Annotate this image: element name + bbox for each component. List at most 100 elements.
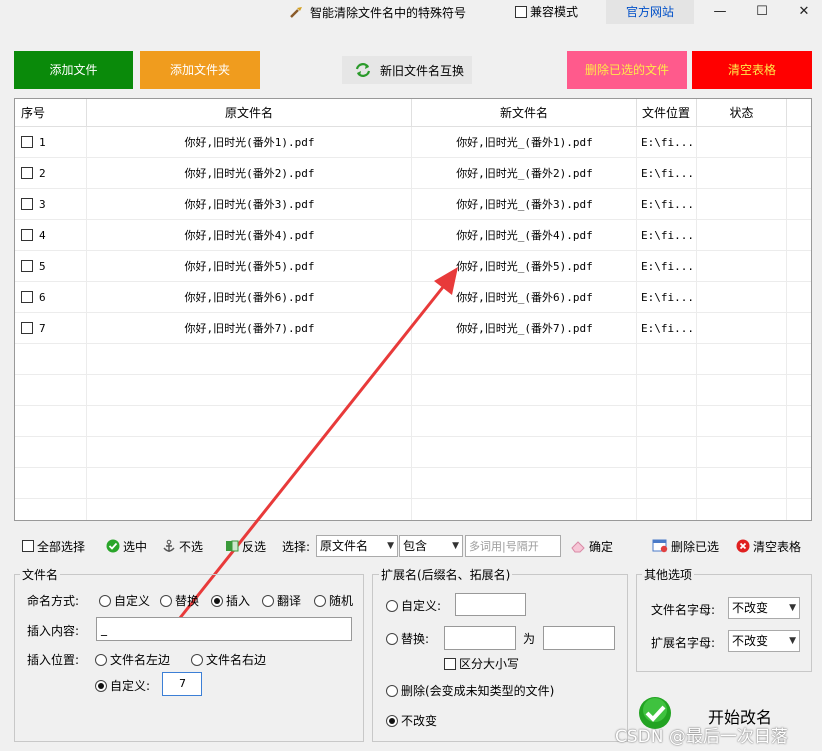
checkbox-box[interactable]	[444, 657, 456, 670]
mode-radio-replace[interactable]: 替换	[160, 592, 199, 609]
clear-table-button[interactable]: 清空表格	[692, 51, 812, 89]
ext-radio-replace[interactable]: 替换:	[386, 630, 429, 647]
radio-circle[interactable]	[211, 594, 223, 607]
row-location: E:\fi...	[641, 136, 694, 149]
header-index[interactable]: 序号	[15, 99, 87, 127]
ext-radio-delete[interactable]: 删除(会变成未知类型的文件)	[386, 682, 554, 699]
window-title: 智能清除文件名中的特殊符号	[310, 6, 467, 20]
ext-case-value: 不改变	[732, 634, 769, 648]
row-new-name: 你好,旧时光_(番外3).pdf	[456, 198, 593, 211]
header-location[interactable]: 文件位置	[637, 99, 697, 127]
mode-radio-translate[interactable]: 翻译	[262, 592, 301, 609]
ext-case-select[interactable]: 不改变 ▼	[728, 630, 800, 652]
checkbox-box[interactable]	[515, 5, 527, 18]
name-case-label: 文件名字母:	[651, 603, 716, 617]
radio-circle[interactable]	[386, 684, 398, 697]
row-old-name: 你好,旧时光(番外4).pdf	[184, 229, 315, 242]
table-row[interactable]: 5 你好,旧时光(番外5).pdf 你好,旧时光_(番外5).pdf E:\fi...	[15, 251, 811, 282]
row-checkbox[interactable]	[21, 260, 33, 272]
confirm-button[interactable]: 确定	[570, 533, 613, 559]
ext-radio-custom[interactable]: 自定义:	[386, 597, 441, 614]
check-button[interactable]: 选中	[106, 533, 147, 559]
check-label: 选中	[123, 539, 148, 554]
add-file-button[interactable]: 添加文件	[14, 51, 133, 89]
keyword-input[interactable]: 多词用|号隔开	[465, 535, 561, 557]
match-select-value: 包含	[403, 539, 428, 553]
position-radio-left[interactable]: 文件名左边	[95, 651, 170, 668]
add-folder-button[interactable]: 添加文件夹	[140, 51, 260, 89]
uncheck-button[interactable]: 不选	[162, 533, 203, 559]
close-button[interactable]: ✕	[789, 2, 819, 22]
mode-radio-custom[interactable]: 自定义	[99, 592, 150, 609]
swap-names-button[interactable]: 新旧文件名互换	[342, 56, 472, 84]
row-old-name: 你好,旧时光(番外3).pdf	[184, 198, 315, 211]
header-status[interactable]: 状态	[697, 99, 787, 127]
row-index: 4	[39, 229, 46, 242]
row-checkbox[interactable]	[21, 136, 33, 148]
select-all-checkbox[interactable]: 全部选择	[22, 533, 85, 559]
row-checkbox[interactable]	[21, 291, 33, 303]
radio-circle[interactable]	[95, 653, 107, 666]
clear-table-small-button[interactable]: 清空表格	[736, 533, 801, 559]
name-case-value: 不改变	[732, 601, 769, 615]
table-row[interactable]: 7 你好,旧时光(番外7).pdf 你好,旧时光_(番外7).pdf E:\fi...	[15, 313, 811, 344]
row-new-name: 你好,旧时光_(番外5).pdf	[456, 260, 593, 273]
select-all-label: 全部选择	[37, 539, 86, 554]
table-row[interactable]: 1 你好,旧时光(番外1).pdf 你好,旧时光_(番外1).pdf E:\fi...	[15, 127, 811, 158]
ext-replace-to-input[interactable]	[543, 626, 615, 650]
ext-radio-no-change[interactable]: 不改变	[386, 712, 437, 729]
table-row[interactable]: 6 你好,旧时光(番外6).pdf 你好,旧时光_(番外6).pdf E:\fi...	[15, 282, 811, 313]
compat-mode-checkbox[interactable]: 兼容模式	[515, 3, 578, 20]
radio-circle[interactable]	[191, 653, 203, 666]
ext-custom-input[interactable]	[455, 593, 526, 616]
ext-no-change-label: 不改变	[401, 714, 438, 728]
keyword-placeholder: 多词用|号隔开	[469, 540, 539, 553]
row-checkbox[interactable]	[21, 229, 33, 241]
row-old-name: 你好,旧时光(番外7).pdf	[184, 322, 315, 335]
radio-circle[interactable]	[386, 599, 398, 612]
row-index: 5	[39, 260, 46, 273]
radio-circle[interactable]	[386, 632, 398, 645]
radio-circle[interactable]	[95, 679, 107, 692]
row-checkbox[interactable]	[21, 167, 33, 179]
ext-replace-from-input[interactable]	[444, 626, 516, 650]
row-checkbox[interactable]	[21, 198, 33, 210]
invert-button[interactable]: 反选	[225, 533, 266, 559]
row-status	[697, 158, 787, 189]
table-row[interactable]: 4 你好,旧时光(番外4).pdf 你好,旧时光_(番外4).pdf E:\fi...	[15, 220, 811, 251]
position-radio-custom[interactable]: 自定义:	[95, 677, 150, 694]
match-select[interactable]: 包含 ▼	[399, 535, 463, 557]
file-table[interactable]: 序号 原文件名 新文件名 文件位置 状态 1 你好,旧时光(番外1).pdf 你好,…	[14, 98, 812, 521]
position-radio-right[interactable]: 文件名右边	[191, 651, 266, 668]
mode-radio-random[interactable]: 随机	[314, 592, 353, 609]
insert-content-input[interactable]: _	[96, 617, 352, 641]
position-custom-input[interactable]: 7	[162, 672, 202, 696]
delete-selected-button[interactable]: 删除已选	[652, 533, 719, 559]
delete-selected-files-button[interactable]: 删除已选的文件	[567, 51, 687, 89]
maximize-button[interactable]: ☐	[747, 2, 777, 22]
case-sensitive-checkbox[interactable]: 区分大小写	[444, 655, 519, 672]
invert-label: 反选	[242, 539, 267, 554]
minimize-button[interactable]: —	[705, 2, 735, 22]
radio-circle[interactable]	[262, 594, 274, 607]
table-row[interactable]: 3 你好,旧时光(番外3).pdf 你好,旧时光_(番外3).pdf E:\fi...	[15, 189, 811, 220]
ext-case-label: 扩展名字母:	[651, 636, 716, 650]
radio-circle[interactable]	[314, 594, 326, 607]
radio-circle[interactable]	[160, 594, 172, 607]
radio-circle[interactable]	[99, 594, 111, 607]
header-new-name[interactable]: 新文件名	[412, 99, 637, 127]
confirm-label: 确定	[589, 539, 614, 554]
table-row[interactable]: 2 你好,旧时光(番外2).pdf 你好,旧时光_(番外2).pdf E:\fi...	[15, 158, 811, 189]
row-checkbox[interactable]	[21, 322, 33, 334]
header-old-name[interactable]: 原文件名	[87, 99, 412, 127]
ext-replace-label: 替换:	[401, 632, 430, 646]
checkbox-box[interactable]	[22, 540, 34, 552]
mode-radio-insert[interactable]: 插入	[211, 592, 250, 609]
field-select[interactable]: 原文件名 ▼	[316, 535, 398, 557]
official-site-link[interactable]: 官方网站	[606, 0, 694, 24]
name-case-select[interactable]: 不改变 ▼	[728, 597, 800, 619]
eraser-icon	[571, 541, 585, 553]
radio-circle[interactable]	[386, 714, 398, 727]
chevron-down-icon: ▼	[789, 636, 796, 646]
row-status	[697, 251, 787, 282]
